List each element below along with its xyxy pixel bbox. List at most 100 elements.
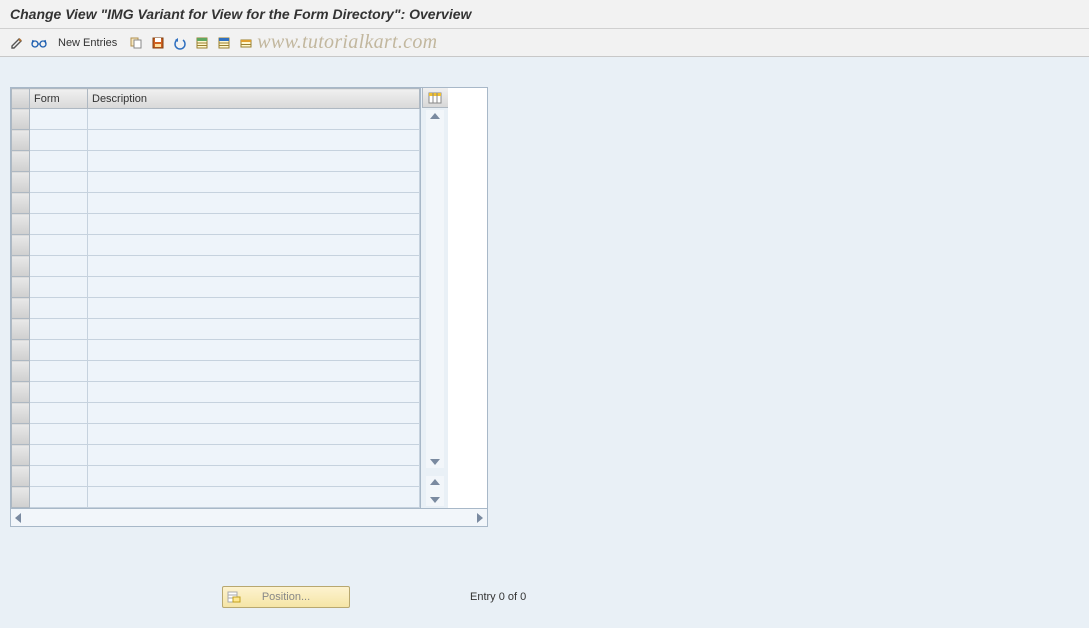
row-selector[interactable]: [12, 403, 30, 424]
table-row[interactable]: [12, 235, 420, 256]
cell-description[interactable]: [88, 340, 420, 361]
cell-description[interactable]: [88, 214, 420, 235]
table-row[interactable]: [12, 193, 420, 214]
cell-form[interactable]: [30, 361, 88, 382]
page-title: Change View "IMG Variant for View for th…: [10, 6, 1079, 22]
glasses-icon[interactable]: [30, 34, 48, 52]
scroll-down-icon[interactable]: [430, 459, 440, 465]
vertical-scrollbar[interactable]: [426, 110, 444, 468]
table-row[interactable]: [12, 382, 420, 403]
table-row[interactable]: [12, 256, 420, 277]
row-selector[interactable]: [12, 256, 30, 277]
table-row[interactable]: [12, 130, 420, 151]
cell-form[interactable]: [30, 382, 88, 403]
row-selector[interactable]: [12, 130, 30, 151]
cell-form[interactable]: [30, 445, 88, 466]
row-selector[interactable]: [12, 151, 30, 172]
deselect-all-icon[interactable]: [215, 34, 233, 52]
cell-form[interactable]: [30, 109, 88, 130]
cell-form[interactable]: [30, 214, 88, 235]
cell-form[interactable]: [30, 235, 88, 256]
row-selector[interactable]: [12, 466, 30, 487]
scroll-up-icon[interactable]: [430, 113, 440, 119]
cell-description[interactable]: [88, 403, 420, 424]
scroll-up-icon-2[interactable]: [430, 479, 440, 485]
cell-form[interactable]: [30, 256, 88, 277]
scroll-left-icon[interactable]: [15, 513, 21, 523]
row-selector[interactable]: [12, 424, 30, 445]
row-selector[interactable]: [12, 172, 30, 193]
row-selector[interactable]: [12, 382, 30, 403]
new-entries-button[interactable]: New Entries: [52, 35, 123, 51]
row-selector[interactable]: [12, 487, 30, 508]
row-selector[interactable]: [12, 235, 30, 256]
save-icon[interactable]: [149, 34, 167, 52]
table-row[interactable]: [12, 403, 420, 424]
table-row[interactable]: [12, 172, 420, 193]
row-selector[interactable]: [12, 109, 30, 130]
row-selector[interactable]: [12, 214, 30, 235]
row-selector[interactable]: [12, 340, 30, 361]
row-selector[interactable]: [12, 361, 30, 382]
vertical-scrollbar-secondary[interactable]: [426, 476, 444, 506]
row-selector[interactable]: [12, 319, 30, 340]
cell-form[interactable]: [30, 298, 88, 319]
cell-description[interactable]: [88, 487, 420, 508]
cell-description[interactable]: [88, 193, 420, 214]
cell-form[interactable]: [30, 277, 88, 298]
cell-form[interactable]: [30, 193, 88, 214]
horizontal-scrollbar[interactable]: [10, 509, 488, 527]
cell-description[interactable]: [88, 424, 420, 445]
cell-description[interactable]: [88, 445, 420, 466]
table-row[interactable]: [12, 298, 420, 319]
cell-form[interactable]: [30, 130, 88, 151]
table-row[interactable]: [12, 487, 420, 508]
cell-form[interactable]: [30, 424, 88, 445]
cell-form[interactable]: [30, 151, 88, 172]
table-row[interactable]: [12, 445, 420, 466]
table-row[interactable]: [12, 277, 420, 298]
cell-description[interactable]: [88, 172, 420, 193]
cell-description[interactable]: [88, 151, 420, 172]
position-button[interactable]: Position...: [222, 586, 350, 608]
cell-description[interactable]: [88, 277, 420, 298]
cell-description[interactable]: [88, 298, 420, 319]
cell-description[interactable]: [88, 361, 420, 382]
cell-description[interactable]: [88, 466, 420, 487]
table-row[interactable]: [12, 109, 420, 130]
transport-icon[interactable]: [237, 34, 255, 52]
row-selector[interactable]: [12, 445, 30, 466]
table-row[interactable]: [12, 214, 420, 235]
cell-description[interactable]: [88, 235, 420, 256]
cell-description[interactable]: [88, 256, 420, 277]
row-selector[interactable]: [12, 277, 30, 298]
cell-description[interactable]: [88, 130, 420, 151]
column-header-description[interactable]: Description: [88, 89, 420, 109]
undo-icon[interactable]: [171, 34, 189, 52]
cell-form[interactable]: [30, 172, 88, 193]
scroll-down-icon-2[interactable]: [430, 497, 440, 503]
table-row[interactable]: [12, 466, 420, 487]
cell-form[interactable]: [30, 487, 88, 508]
select-all-icon[interactable]: [193, 34, 211, 52]
corner-header[interactable]: [12, 89, 30, 109]
cell-description[interactable]: [88, 109, 420, 130]
row-selector[interactable]: [12, 193, 30, 214]
row-selector[interactable]: [12, 298, 30, 319]
cell-form[interactable]: [30, 466, 88, 487]
table-row[interactable]: [12, 424, 420, 445]
table-row[interactable]: [12, 151, 420, 172]
copy-icon[interactable]: [127, 34, 145, 52]
pencil-icon[interactable]: [8, 34, 26, 52]
column-header-form[interactable]: Form: [30, 89, 88, 109]
cell-form[interactable]: [30, 403, 88, 424]
cell-form[interactable]: [30, 340, 88, 361]
scroll-right-icon[interactable]: [477, 513, 483, 523]
table-row[interactable]: [12, 319, 420, 340]
cell-form[interactable]: [30, 319, 88, 340]
table-row[interactable]: [12, 361, 420, 382]
cell-description[interactable]: [88, 382, 420, 403]
table-row[interactable]: [12, 340, 420, 361]
table-settings-icon[interactable]: [422, 88, 448, 108]
cell-description[interactable]: [88, 319, 420, 340]
